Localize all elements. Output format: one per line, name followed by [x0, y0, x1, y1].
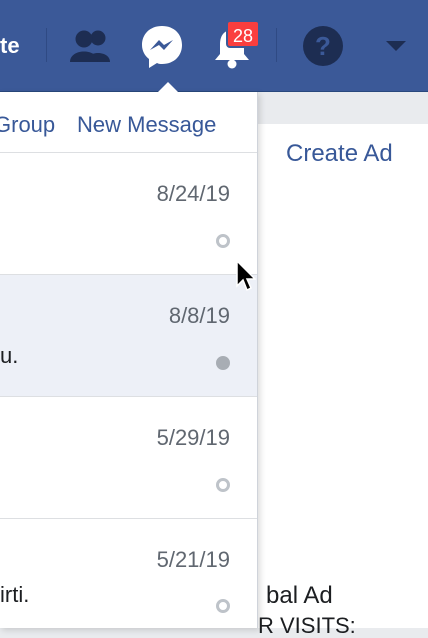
- friend-requests-icon[interactable]: [66, 26, 116, 66]
- right-column-header-strip: [258, 92, 428, 124]
- mark-as-read-toggle[interactable]: [216, 234, 230, 248]
- new-group-link[interactable]: Group: [0, 112, 55, 138]
- mouse-pointer-icon: [236, 259, 257, 292]
- mark-as-read-toggle[interactable]: [216, 478, 230, 492]
- conversation-item[interactable]: 8/8/19 u.: [0, 275, 257, 397]
- conversation-date: 5/29/19: [156, 425, 230, 450]
- conversation-item[interactable]: 5/21/19 irti.: [0, 519, 257, 628]
- messenger-dropdown: Group · New Message 8/24/19 8/8/19 u. 5/…: [0, 92, 258, 628]
- dropdown-pointer: [157, 82, 179, 93]
- conversation-date: 8/24/19: [156, 181, 230, 206]
- help-icon[interactable]: ?: [301, 24, 345, 68]
- conversation-item[interactable]: 5/29/19: [0, 397, 257, 519]
- caret-down-icon[interactable]: [382, 36, 410, 56]
- svg-text:?: ?: [315, 31, 331, 61]
- create-ad-link[interactable]: Create Ad: [286, 140, 393, 168]
- conversation-snippet: u.: [0, 343, 19, 368]
- top-navbar: te 28 ?: [0, 0, 428, 92]
- new-message-link[interactable]: New Message: [77, 112, 216, 138]
- conversation-date: 5/21/19: [156, 547, 230, 572]
- ad-subtitle-text: R VISITS:: [258, 613, 356, 638]
- conversation-snippet: irti.: [0, 582, 30, 607]
- create-nav-link[interactable]: te: [0, 32, 20, 60]
- messenger-icon[interactable]: [138, 22, 186, 72]
- conversation-item[interactable]: 8/24/19: [0, 153, 257, 275]
- conversation-date: 8/8/19: [168, 303, 230, 328]
- ad-title-text: bal Ad: [266, 582, 333, 609]
- mark-as-read-toggle[interactable]: [216, 599, 230, 613]
- dropdown-header: Group · New Message: [0, 92, 257, 153]
- notifications-count-badge: 28: [226, 20, 260, 48]
- nav-divider: [276, 28, 277, 62]
- mark-as-read-toggle[interactable]: [216, 356, 230, 370]
- nav-divider: [46, 28, 47, 62]
- right-column: Create Ad bal Ad R VISITS:: [258, 92, 428, 638]
